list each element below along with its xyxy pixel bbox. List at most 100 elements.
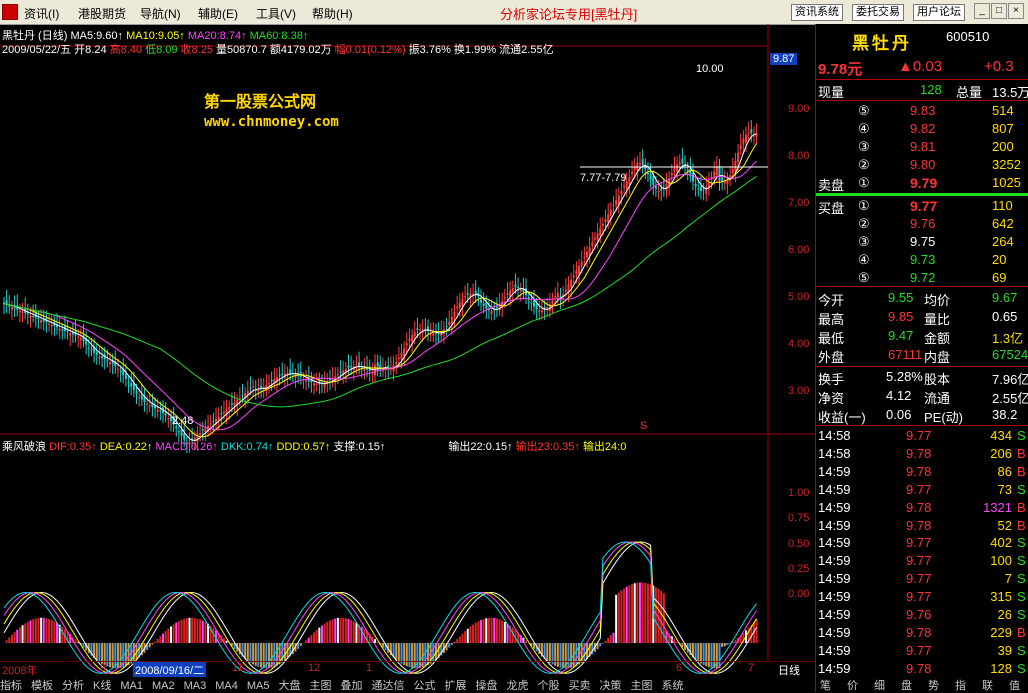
- info-system-button[interactable]: 资讯系统: [791, 4, 843, 21]
- maximize-button[interactable]: □: [991, 3, 1007, 19]
- formula-tab[interactable]: 操盘: [475, 680, 497, 692]
- formula-tab[interactable]: 买卖: [568, 680, 590, 692]
- quote-tab[interactable]: 指: [955, 677, 966, 693]
- stat-row[interactable]: 今开9.55均价9.67: [816, 289, 1028, 307]
- tick-row[interactable]: 14:599.77315S: [816, 588, 1028, 606]
- formula-tab[interactable]: 通达信: [371, 680, 404, 692]
- day-info-part: 振3.76% 换1.99% 流通2.55亿: [409, 44, 554, 56]
- stat-row[interactable]: 外盘67111内盘67524: [816, 346, 1028, 364]
- stat-label: 金额: [924, 328, 950, 347]
- formula-tab[interactable]: 扩展: [444, 680, 466, 692]
- menu-item-assist[interactable]: 辅助(E): [198, 5, 238, 22]
- formula-tab[interactable]: 主图: [630, 680, 652, 692]
- bid-level-row[interactable]: ②9.76642: [816, 215, 1028, 233]
- tick-row[interactable]: 14:599.7626S: [816, 606, 1028, 624]
- candle-body: [11, 307, 13, 309]
- stat-row[interactable]: 最低9.47金额1.3亿: [816, 327, 1028, 345]
- tick-row[interactable]: 14:599.77402S: [816, 534, 1028, 552]
- macd-bar: [310, 635, 312, 643]
- formula-tab[interactable]: 大盘: [278, 680, 300, 692]
- candle-body: [681, 159, 683, 163]
- formula-tab[interactable]: 模板: [31, 680, 53, 692]
- formula-tab[interactable]: MA3: [184, 680, 207, 692]
- ask-level-row[interactable]: 卖盘①9.791025: [816, 174, 1028, 192]
- stat-row[interactable]: 最高9.85量比0.65: [816, 308, 1028, 326]
- bid-level-row[interactable]: 买盘①9.77110: [816, 197, 1028, 215]
- menu-item-navigate[interactable]: 导航(N): [140, 5, 181, 22]
- menu-item-help[interactable]: 帮助(H): [312, 5, 353, 22]
- tick-row[interactable]: 14:589.77434S: [816, 427, 1028, 445]
- macd-bar: [464, 631, 466, 643]
- candle-body: [658, 191, 660, 192]
- macd-bar: [43, 618, 45, 643]
- tick-row[interactable]: 14:599.781321B: [816, 499, 1028, 517]
- macd-bar: [724, 643, 726, 646]
- bid-level-row[interactable]: ⑤9.7269: [816, 269, 1028, 287]
- bid-level-row[interactable]: ③9.75264: [816, 233, 1028, 251]
- candle-body: [40, 320, 42, 322]
- menu-item-tools[interactable]: 工具(V): [256, 5, 296, 22]
- quote-tab[interactable]: 值: [1009, 677, 1020, 693]
- formula-tab[interactable]: 指标: [0, 680, 22, 692]
- quote-tab[interactable]: 笔: [820, 677, 831, 693]
- formula-tab[interactable]: 个股: [537, 680, 559, 692]
- ask-level-row[interactable]: ②9.803252: [816, 156, 1028, 174]
- tick-price: 9.76: [906, 607, 931, 622]
- macd-bar: [247, 643, 249, 661]
- formula-tab[interactable]: MA1: [120, 680, 143, 692]
- minimize-button[interactable]: _: [974, 3, 990, 19]
- formula-tab[interactable]: 叠加: [340, 680, 362, 692]
- x-label-1: 9: [100, 662, 106, 674]
- formula-tab[interactable]: MA5: [247, 680, 270, 692]
- macd-bar: [326, 622, 328, 643]
- fundamental-row[interactable]: 换手5.28%股本7.96亿: [816, 368, 1028, 386]
- tick-row[interactable]: 14:599.7852B: [816, 517, 1028, 535]
- tick-row[interactable]: 14:599.7739S: [816, 642, 1028, 660]
- period-label[interactable]: 日线: [778, 662, 800, 678]
- formula-tab[interactable]: 系统: [661, 680, 683, 692]
- kline-chart-area[interactable]: [0, 24, 815, 692]
- tick-row[interactable]: 14:599.777S: [816, 570, 1028, 588]
- quote-tab[interactable]: 联: [982, 677, 993, 693]
- formula-tab[interactable]: MA4: [215, 680, 238, 692]
- formula-tab[interactable]: 龙虎: [506, 680, 528, 692]
- formula-tab[interactable]: MA2: [152, 680, 175, 692]
- tick-row[interactable]: 14:589.78206B: [816, 445, 1028, 463]
- bid-level-row[interactable]: ④9.7320: [816, 251, 1028, 269]
- kline-chart-svg[interactable]: [0, 24, 815, 692]
- formula-tab[interactable]: 决策: [599, 680, 621, 692]
- tick-row[interactable]: 14:599.78128S: [816, 660, 1028, 678]
- macd-bar: [35, 618, 37, 643]
- menu-item-info[interactable]: 资讯(I): [24, 5, 59, 22]
- fundamental-row[interactable]: 收益(一)0.06PE(动)38.2: [816, 406, 1028, 424]
- macd-bar: [628, 585, 630, 643]
- menu-item-hk-futures[interactable]: 港股期货: [78, 5, 126, 22]
- macd-bar: [51, 620, 53, 643]
- close-button[interactable]: ×: [1008, 3, 1024, 19]
- trade-button[interactable]: 委托交易: [852, 4, 904, 21]
- tick-row[interactable]: 14:599.78229B: [816, 624, 1028, 642]
- ask-level-row[interactable]: ④9.82807: [816, 120, 1028, 138]
- sell-label: 卖盘: [818, 175, 844, 194]
- ask-level-row[interactable]: ③9.81200: [816, 138, 1028, 156]
- tick-row[interactable]: 14:599.77100S: [816, 552, 1028, 570]
- stat-value: 9.67: [992, 290, 1017, 305]
- candle-body: [146, 404, 148, 405]
- candle-body: [302, 378, 304, 379]
- macd-bar: [162, 634, 164, 643]
- tick-row[interactable]: 14:599.7886B: [816, 463, 1028, 481]
- fundamental-row[interactable]: 净资4.12流通2.55亿: [816, 387, 1028, 405]
- user-forum-button[interactable]: 用户论坛: [913, 4, 965, 21]
- candle-body: [623, 186, 625, 187]
- formula-tab[interactable]: 主图: [309, 680, 331, 692]
- ask-level-row[interactable]: ⑤9.83514: [816, 102, 1028, 120]
- tick-row[interactable]: 14:599.7773S: [816, 481, 1028, 499]
- quote-tab[interactable]: 细: [874, 677, 885, 693]
- quote-tab[interactable]: 势: [928, 677, 939, 693]
- formula-tab[interactable]: 分析: [62, 680, 84, 692]
- quote-tab[interactable]: 价: [847, 677, 858, 693]
- macd-bar: [313, 632, 315, 643]
- formula-tab[interactable]: K线: [93, 680, 111, 692]
- formula-tab[interactable]: 公式: [413, 680, 435, 692]
- quote-tab[interactable]: 盘: [901, 677, 912, 693]
